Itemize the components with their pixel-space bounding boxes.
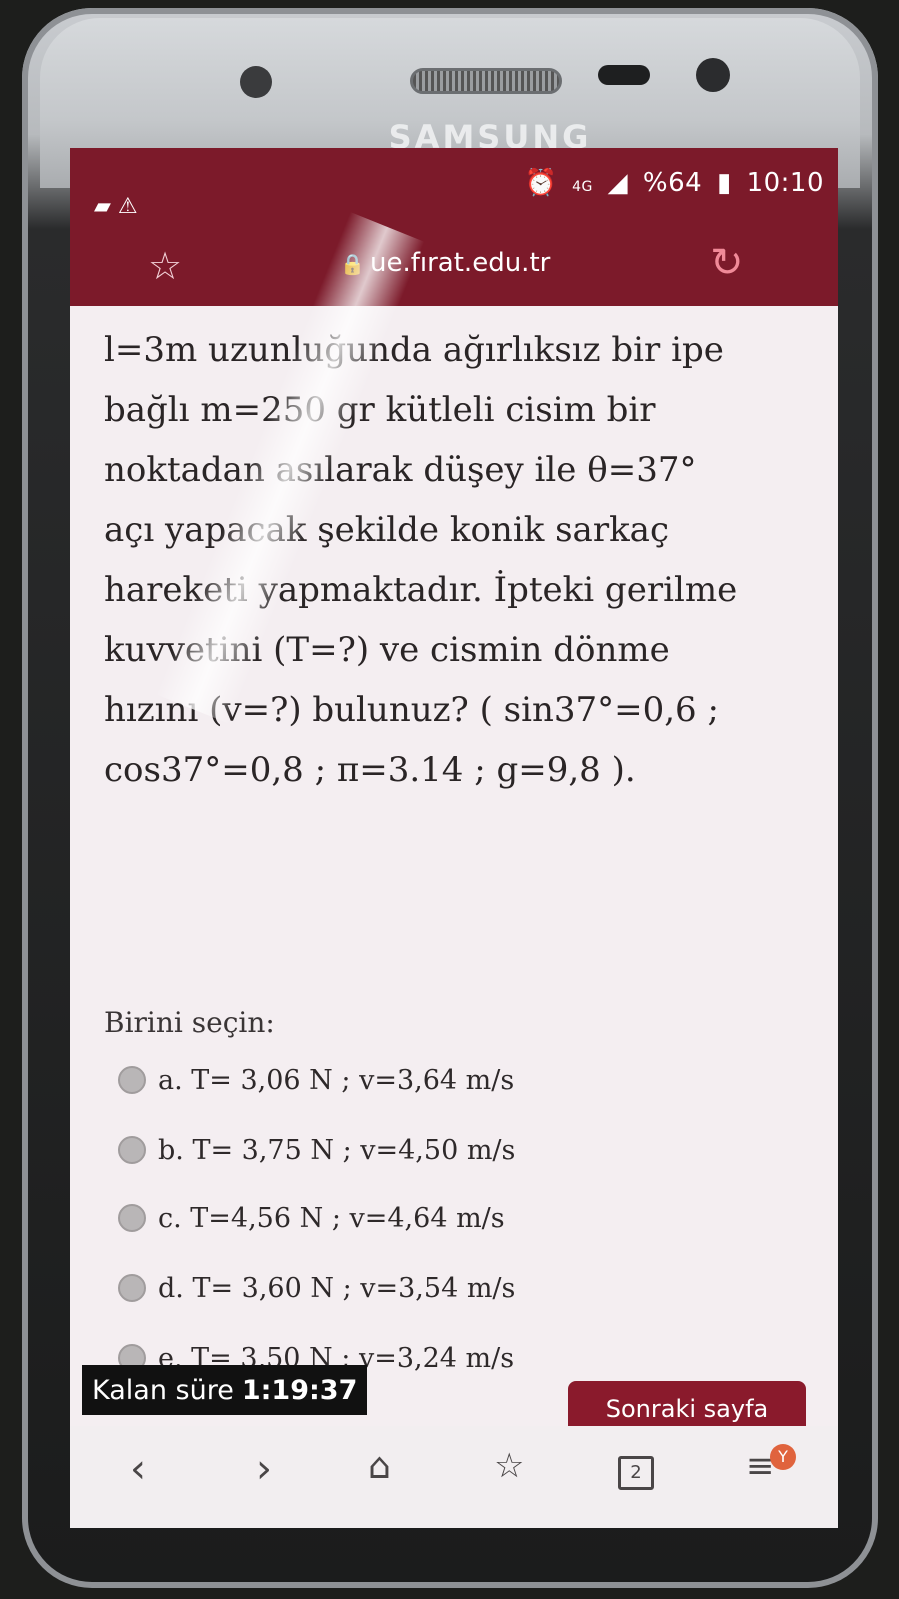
status-bar: ▰ ⚠ ⏰ 4G ◢ %64 ▮ 10:10 — [70, 148, 838, 226]
option-label: a. T= 3,06 N ; v=3,64 m/s — [158, 1064, 515, 1096]
question-line: noktadan asılarak düşey ile θ=37° — [104, 450, 697, 490]
battery-percent: %64 — [642, 168, 703, 198]
earpiece-speaker — [410, 68, 562, 94]
question-line: hızını (v=?) bulunuz? ( sin37°=0,6 ; — [104, 690, 719, 730]
phone-screen: ▰ ⚠ ⏰ 4G ◢ %64 ▮ 10:10 ☆ 🔒 ue.fırat.edu.… — [70, 148, 838, 1528]
option-label: c. T=4,56 N ; v=4,64 m/s — [158, 1202, 505, 1234]
radio-button[interactable] — [118, 1204, 146, 1232]
brand-logo: SAMSUNG — [388, 118, 592, 156]
forward-icon[interactable]: › — [256, 1446, 272, 1492]
choose-prompt: Birini seçin: — [104, 1006, 275, 1039]
timer-value: 1:19:37 — [241, 1374, 358, 1406]
lock-icon: 🔒 — [340, 252, 365, 276]
bookmarks-icon[interactable]: ☆ — [494, 1446, 524, 1486]
timer-label: Kalan süre — [92, 1374, 234, 1406]
proximity-sensor — [598, 65, 650, 85]
question-text: l=3m uzunluğunda ağırlıksız bir ipe bağl… — [104, 320, 814, 800]
back-icon[interactable]: ‹ — [130, 1446, 146, 1492]
status-right: ⏰ 4G ◢ %64 ▮ 10:10 — [518, 168, 824, 198]
url-text[interactable]: ue.fırat.edu.tr — [370, 248, 550, 278]
alarm-icon: ⏰ — [524, 168, 558, 198]
next-page-button[interactable]: Sonraki sayfa — [568, 1381, 806, 1427]
clock: 10:10 — [746, 168, 824, 198]
answer-option-b[interactable]: b. T= 3,75 N ; v=4,50 m/s — [118, 1128, 515, 1172]
front-camera-lens — [696, 58, 730, 92]
question-line: cos37°=0,8 ; π=3.14 ; g=9,8 ). — [104, 750, 636, 790]
question-line: açı yapacak şekilde konik sarkaç — [104, 510, 669, 550]
battery-icon: ▮ — [716, 168, 732, 198]
answer-option-c[interactable]: c. T=4,56 N ; v=4,64 m/s — [118, 1196, 505, 1240]
answer-option-a[interactable]: a. T= 3,06 N ; v=3,64 m/s — [118, 1058, 514, 1102]
reload-icon[interactable]: ↻ — [710, 240, 744, 286]
answer-option-d[interactable]: d. T= 3,60 N ; v=3,54 m/s — [118, 1266, 515, 1310]
browser-nav-bar: ‹ › ⌂ ☆ 2 ≡ Y — [70, 1426, 838, 1528]
option-label: b. T= 3,75 N ; v=4,50 m/s — [158, 1134, 516, 1166]
question-line: bağlı m=250 gr kütleli cisim bir — [104, 390, 656, 430]
quiz-content: l=3m uzunluğunda ağırlıksız bir ipe bağl… — [70, 306, 838, 1528]
radio-button[interactable] — [118, 1274, 146, 1302]
option-label: d. T= 3,60 N ; v=3,54 m/s — [158, 1272, 516, 1304]
radio-button[interactable] — [118, 1136, 146, 1164]
home-icon[interactable]: ⌂ — [368, 1446, 391, 1487]
notification-badge: Y — [770, 1444, 796, 1470]
radio-button[interactable] — [118, 1066, 146, 1094]
notification-icons: ▰ ⚠ — [94, 194, 138, 219]
question-line: kuvvetini (T=?) ve cismin dönme — [104, 630, 670, 670]
question-line: l=3m uzunluğunda ağırlıksız bir ipe — [104, 330, 724, 370]
signal-icon: ◢ — [607, 168, 629, 198]
tabs-icon[interactable]: 2 — [618, 1456, 654, 1490]
browser-url-bar: ☆ 🔒 ue.fırat.edu.tr ↻ — [70, 226, 838, 306]
network-label: 4G — [572, 179, 593, 195]
question-line: hareketi yapmaktadır. İpteki gerilme — [104, 570, 738, 610]
bookmark-star-icon[interactable]: ☆ — [148, 244, 182, 288]
time-remaining: Kalan süre 1:19:37 — [82, 1365, 368, 1415]
front-camera — [240, 66, 272, 98]
